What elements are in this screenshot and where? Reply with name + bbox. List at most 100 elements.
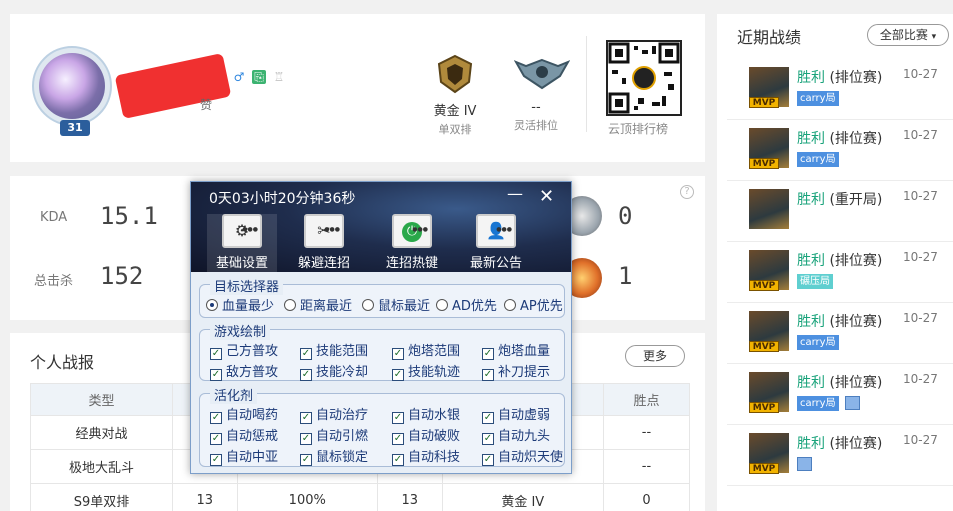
tab-announcement[interactable]: ●●● 👤 最新公告 <box>461 214 531 271</box>
checkbox-option[interactable]: ✓ 自动水银 <box>392 404 460 424</box>
profile-icons: ♂ ⎘ ♖ <box>232 70 286 84</box>
checkbox-checked-icon: ✓ <box>482 369 494 381</box>
match-tag: carry局 <box>797 335 839 350</box>
checkbox-option[interactable]: ✓ 自动喝药 <box>210 404 278 424</box>
checkbox-checked-icon: ✓ <box>482 348 494 360</box>
table-cell: 13 <box>172 483 238 511</box>
option-label: AP优先 <box>520 299 563 314</box>
match-mode: (排位赛) <box>829 314 883 330</box>
radio-icon <box>206 299 218 311</box>
option-label: 补刀提示 <box>498 365 551 380</box>
image-icon[interactable] <box>845 396 860 410</box>
checkbox-option[interactable]: ✓ 自动引燃 <box>300 425 368 445</box>
checkbox-option[interactable]: ✓ 己方普攻 <box>210 340 278 360</box>
radio-nearest[interactable]: 距离最近 <box>284 295 352 314</box>
report-title: 个人战报 <box>30 353 95 372</box>
checkbox-option[interactable]: ✓ 技能冷却 <box>300 361 368 381</box>
checkbox-option[interactable]: ✓ 敌方普攻 <box>210 361 278 381</box>
kills-value: 152 <box>100 262 144 290</box>
checkbox-option[interactable]: ✓ 技能轨迹 <box>392 361 460 381</box>
match-result: 胜利 (排位赛) <box>797 128 882 148</box>
minimize-button[interactable]: — <box>507 184 523 203</box>
match-item[interactable]: MVP 胜利 (排位赛) 10-27 carry局 <box>727 364 953 425</box>
help-icon[interactable]: ? <box>680 185 694 199</box>
option-label: 己方普攻 <box>226 344 279 359</box>
checkbox-option[interactable]: ✓ 自动中亚 <box>210 446 278 466</box>
checkbox-checked-icon: ✓ <box>210 412 222 424</box>
match-date: 10-27 <box>903 372 938 386</box>
redacted-name <box>114 53 232 119</box>
overlay-window: 0天03小时20分钟36秒 — ✕ ●●● ⚙ 基础设置 ●●● ✂ 躲避连招 ●●… <box>190 181 572 474</box>
checkbox-option[interactable]: ✓ 自动九头 <box>482 425 550 445</box>
option-label: 炮塔血量 <box>498 344 551 359</box>
game-draw-group: 游戏绘制 ✓ 己方普攻 ✓ 技能范围 ✓ 炮塔范围 ✓ 炮塔血量 ✓ 敌方普攻 ✓ 技能冷却… <box>199 321 565 381</box>
match-date: 10-27 <box>903 433 938 447</box>
match-item[interactable]: MVP 胜利 (排位赛) 10-27 carry局 <box>727 120 953 181</box>
checkbox-option[interactable]: ✓ 自动虚弱 <box>482 404 550 424</box>
table-row: S9单双排 13 100% 13 黄金 IV 0 <box>30 483 690 511</box>
qr-code[interactable] <box>606 40 682 116</box>
kills-label: 总击杀 <box>34 274 74 289</box>
table-cell: 经典对战 <box>30 415 173 450</box>
radio-icon <box>436 299 448 311</box>
result-text: 胜利 <box>797 131 825 147</box>
option-label: 技能冷却 <box>316 365 369 380</box>
image-icon[interactable] <box>797 457 812 471</box>
table-cell: 黄金 IV <box>441 483 605 511</box>
radio-ad-first[interactable]: AD优先 <box>436 295 497 314</box>
checkbox-option[interactable]: ✓ 鼠标锁定 <box>300 446 368 466</box>
tab-combo-hotkey[interactable]: ●●● ⏻ 连招热键 <box>377 214 447 271</box>
checkbox-option[interactable]: ✓ 自动破败 <box>392 425 460 445</box>
match-item[interactable]: MVP 胜利 (排位赛) 10-27 carry局 <box>727 59 953 120</box>
checkbox-option[interactable]: ✓ 补刀提示 <box>482 361 550 381</box>
option-label: 自动惩戒 <box>226 429 279 444</box>
checkbox-checked-icon: ✓ <box>392 433 404 445</box>
match-date: 10-27 <box>903 250 938 264</box>
rank-flex-tier: -- <box>531 100 541 115</box>
match-filter-dropdown[interactable]: 全部比赛 ▾ <box>867 24 949 46</box>
checkbox-option[interactable]: ✓ 自动炽天使 <box>482 446 563 466</box>
more-button[interactable]: 更多 <box>625 345 685 367</box>
tab-basic-settings[interactable]: ●●● ⚙ 基础设置 <box>207 214 277 272</box>
checkbox-option[interactable]: ✓ 技能范围 <box>300 340 368 360</box>
checkbox-checked-icon: ✓ <box>300 454 312 466</box>
checkbox-checked-icon: ✓ <box>300 412 312 424</box>
kda-label: KDA <box>40 210 68 225</box>
checkbox-checked-icon: ✓ <box>482 412 494 424</box>
checkbox-option[interactable]: ✓ 自动惩戒 <box>210 425 278 445</box>
level-badge: 31 <box>60 120 90 136</box>
match-mode: (重开局) <box>829 192 883 208</box>
checkbox-option[interactable]: ✓ 自动治疗 <box>300 404 368 424</box>
close-button[interactable]: ✕ <box>539 186 554 207</box>
match-mode: (排位赛) <box>829 131 883 147</box>
male-icon: ♂ <box>233 70 245 84</box>
radio-icon <box>504 299 516 311</box>
checkbox-checked-icon: ✓ <box>482 433 494 445</box>
mvp-badge: MVP <box>749 280 779 291</box>
checkbox-option[interactable]: ✓ 炮塔范围 <box>392 340 460 360</box>
checkbox-checked-icon: ✓ <box>300 348 312 360</box>
checkbox-checked-icon: ✓ <box>392 454 404 466</box>
match-item[interactable]: 胜利 (重开局) 10-27 <box>727 181 953 242</box>
radio-ap-first[interactable]: AP优先 <box>504 295 563 314</box>
match-item[interactable]: MVP 胜利 (排位赛) 10-27 <box>727 425 953 486</box>
checkbox-checked-icon: ✓ <box>392 348 404 360</box>
checkbox-option[interactable]: ✓ 自动科技 <box>392 446 460 466</box>
option-label: 血量最少 <box>222 299 275 314</box>
checkbox-option[interactable]: ✓ 炮塔血量 <box>482 340 550 360</box>
option-label: 技能范围 <box>316 344 369 359</box>
trophy-icon[interactable]: ♖ <box>272 70 286 84</box>
profile-panel: 31 ♂ ⎘ ♖ 赞 黄金 IV 单双排 -- 灵活排位 云顶排行榜 <box>10 14 705 162</box>
avatar[interactable]: 31 <box>32 46 112 136</box>
tab-label: 躲避连招 <box>297 256 350 271</box>
group-title: 游戏绘制 <box>210 321 271 340</box>
radio-lowest-hp[interactable]: 血量最少 <box>206 295 274 314</box>
option-label: 敌方普攻 <box>226 365 279 380</box>
radio-mouse-nearest[interactable]: 鼠标最近 <box>362 295 430 314</box>
match-mode: (排位赛) <box>829 375 883 391</box>
copy-icon[interactable]: ⎘ <box>252 70 266 84</box>
match-item[interactable]: MVP 胜利 (排位赛) 10-27 碾压局 <box>727 242 953 303</box>
match-item[interactable]: MVP 胜利 (排位赛) 10-27 carry局 <box>727 303 953 364</box>
tab-dodge-combo[interactable]: ●●● ✂ 躲避连招 <box>289 214 359 271</box>
right-bottom-value: 1 <box>618 262 633 290</box>
